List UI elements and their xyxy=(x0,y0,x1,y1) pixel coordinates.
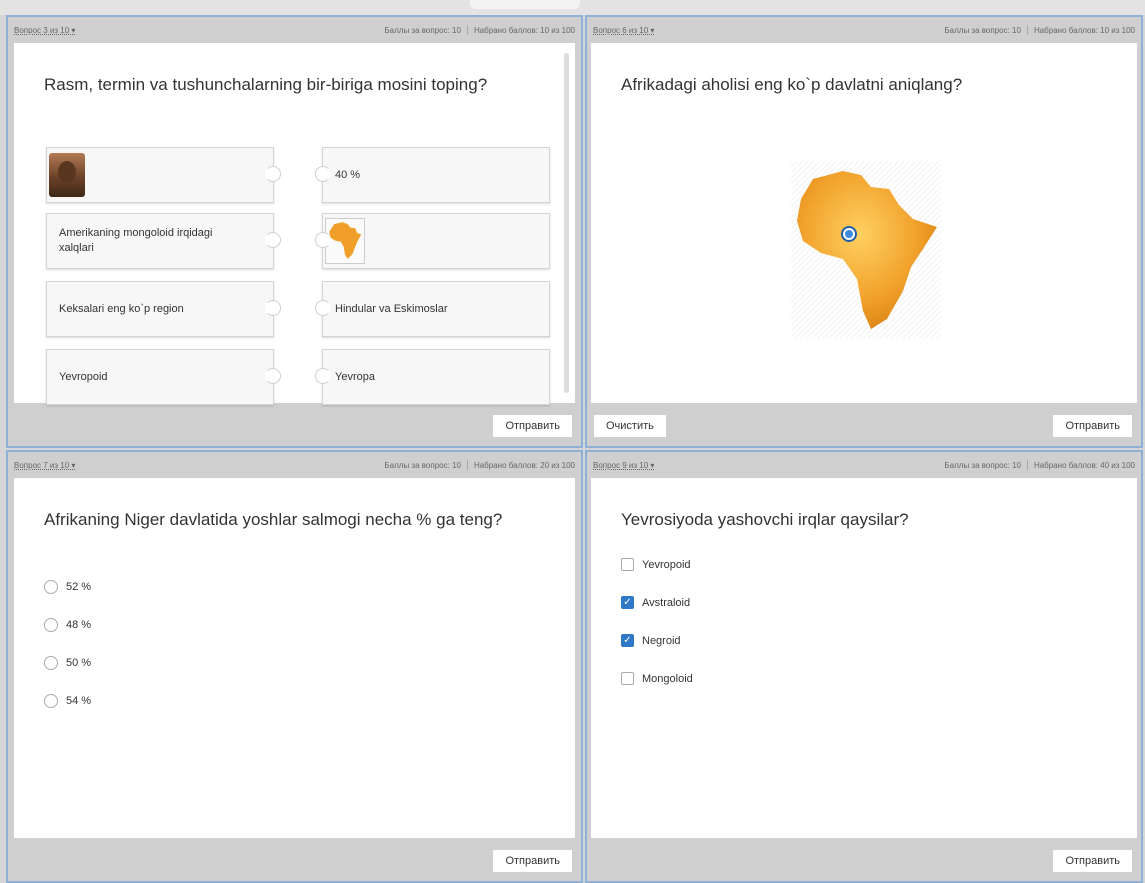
submit-button[interactable]: Отправить xyxy=(1052,414,1133,438)
match-right-tile-4[interactable]: Yevropa xyxy=(315,349,550,405)
match-left-tile-1[interactable] xyxy=(46,147,281,203)
score-info: Баллы за вопрос: 10 Набрано баллов: 40 и… xyxy=(944,460,1135,470)
points-scored: Набрано баллов: 20 из 100 xyxy=(473,460,575,470)
question-content: Yevrosiyoda yashovchi irqlar qaysilar? Y… xyxy=(591,478,1137,838)
radio-button[interactable] xyxy=(44,618,58,632)
tile-label: Hindular va Eskimoslar xyxy=(335,302,448,315)
checkbox-option-1[interactable]: Yevropoid xyxy=(621,558,691,571)
radio-option-2[interactable]: 48 % xyxy=(44,618,91,632)
checkbox-checked[interactable]: ✓ xyxy=(621,634,634,647)
scrollbar[interactable] xyxy=(564,53,569,393)
option-label: 52 % xyxy=(66,581,92,593)
match-right-tile-1[interactable]: 40 % xyxy=(315,147,550,203)
checkbox[interactable] xyxy=(621,558,634,571)
question-text: Afrikaning Niger davlatida yoshlar salmo… xyxy=(44,510,503,529)
radio-option-4[interactable]: 54 % xyxy=(44,694,91,708)
child-photo-image xyxy=(49,153,85,197)
puzzle-connector xyxy=(315,166,331,182)
question-content: Afrikadagi aholisi eng ko`p davlatni ani… xyxy=(591,43,1137,403)
divider xyxy=(466,460,468,470)
panel-header: Вопрос 7 из 10 ▾ Баллы за вопрос: 10 Наб… xyxy=(8,452,581,478)
question-number-dropdown[interactable]: Вопрос 6 из 10 ▾ xyxy=(593,26,654,35)
score-info: Баллы за вопрос: 10 Набрано баллов: 10 и… xyxy=(944,25,1135,35)
points-per-question: Баллы за вопрос: 10 xyxy=(384,460,461,470)
question-number-dropdown[interactable]: Вопрос 7 из 10 ▾ xyxy=(14,461,75,470)
submit-button[interactable]: Отправить xyxy=(492,414,573,438)
question-number-dropdown[interactable]: Вопрос 9 из 10 ▾ xyxy=(593,461,654,470)
checkbox[interactable] xyxy=(621,672,634,685)
checkbox-option-3[interactable]: ✓ Negroid xyxy=(621,634,681,647)
radio-option-3[interactable]: 50 % xyxy=(44,656,91,670)
match-right-tile-2[interactable] xyxy=(315,213,550,269)
option-label: Mongoloid xyxy=(642,672,693,685)
puzzle-connector xyxy=(315,368,331,384)
puzzle-connector xyxy=(315,300,331,316)
points-scored: Набрано баллов: 10 из 100 xyxy=(473,25,575,35)
points-per-question: Баллы за вопрос: 10 xyxy=(384,25,461,35)
clear-button[interactable]: Очистить xyxy=(593,414,667,438)
question-content: Afrikaning Niger davlatida yoshlar salmo… xyxy=(14,478,575,838)
checkbox-option-4[interactable]: Mongoloid xyxy=(621,672,693,685)
puzzle-connector xyxy=(265,300,281,316)
score-info: Баллы за вопрос: 10 Набрано баллов: 20 и… xyxy=(384,460,575,470)
points-per-question: Баллы за вопрос: 10 xyxy=(944,460,1021,470)
question-number-dropdown[interactable]: Вопрос 3 из 10 ▾ xyxy=(14,26,75,35)
match-left-tile-4[interactable]: Yevropoid xyxy=(46,349,281,405)
option-label: Yevropoid xyxy=(642,558,691,571)
tile-label: Amerikaning mongoloid irqidagi xalqlari xyxy=(59,227,213,254)
puzzle-connector xyxy=(265,368,281,384)
question-text: Yevrosiyoda yashovchi irqlar qaysilar? xyxy=(621,510,909,529)
divider xyxy=(1026,460,1028,470)
question-panel-multi-choice: Вопрос 9 из 10 ▾ Баллы за вопрос: 10 Наб… xyxy=(585,450,1143,883)
puzzle-connector xyxy=(315,232,331,248)
panel-header: Вопрос 6 из 10 ▾ Баллы за вопрос: 10 Наб… xyxy=(587,17,1141,43)
question-panel-map: Вопрос 6 из 10 ▾ Баллы за вопрос: 10 Наб… xyxy=(585,15,1143,448)
puzzle-connector xyxy=(265,166,281,182)
radio-button[interactable] xyxy=(44,694,58,708)
radio-option-1[interactable]: 52 % xyxy=(44,580,91,594)
option-label: 48 % xyxy=(66,619,92,631)
score-info: Баллы за вопрос: 10 Набрано баллов: 10 и… xyxy=(384,25,575,35)
tile-label: Keksalari eng ko`p region xyxy=(59,302,184,315)
points-scored: Набрано баллов: 40 из 100 xyxy=(1033,460,1135,470)
submit-button[interactable]: Отправить xyxy=(492,849,573,873)
radio-button[interactable] xyxy=(44,656,58,670)
tile-label: 40 % xyxy=(335,168,361,181)
option-label: Avstraloid xyxy=(642,596,691,609)
question-content: Rasm, termin va tushunchalarning bir-bir… xyxy=(14,43,575,405)
africa-map-thumbnail xyxy=(325,218,365,264)
question-panel-matching: Вопрос 3 из 10 ▾ Баллы за вопрос: 10 Наб… xyxy=(6,15,583,448)
tile-label: Yevropoid xyxy=(59,370,108,383)
question-panel-single-choice: Вопрос 7 из 10 ▾ Баллы за вопрос: 10 Наб… xyxy=(6,450,583,883)
africa-map-icon xyxy=(329,222,362,259)
match-right-tile-3[interactable]: Hindular va Eskimoslar xyxy=(315,281,550,337)
option-label: Negroid xyxy=(642,634,681,647)
puzzle-connector xyxy=(265,232,281,248)
top-strip xyxy=(0,0,1145,15)
radio-button[interactable] xyxy=(44,580,58,594)
africa-map-area[interactable] xyxy=(791,161,941,339)
top-notch xyxy=(470,0,580,9)
match-left-tile-3[interactable]: Keksalari eng ko`p region xyxy=(46,281,281,337)
option-label: 50 % xyxy=(66,657,92,669)
checkbox-option-2[interactable]: ✓ Avstraloid xyxy=(621,596,690,609)
panel-header: Вопрос 3 из 10 ▾ Баллы за вопрос: 10 Наб… xyxy=(8,17,581,43)
checkbox-checked[interactable]: ✓ xyxy=(621,596,634,609)
submit-button[interactable]: Отправить xyxy=(1052,849,1133,873)
panel-header: Вопрос 9 из 10 ▾ Баллы за вопрос: 10 Наб… xyxy=(587,452,1141,478)
africa-map-image[interactable] xyxy=(791,161,941,339)
question-text: Rasm, termin va tushunchalarning bir-bir… xyxy=(44,75,488,94)
points-per-question: Баллы за вопрос: 10 xyxy=(944,25,1021,35)
question-text: Afrikadagi aholisi eng ko`p davlatni ani… xyxy=(621,75,963,94)
divider xyxy=(466,25,468,35)
points-scored: Набрано баллов: 10 из 100 xyxy=(1033,25,1135,35)
divider xyxy=(1026,25,1028,35)
match-left-tile-2[interactable]: Amerikaning mongoloid irqidagi xalqlari xyxy=(46,213,281,269)
option-label: 54 % xyxy=(66,695,92,707)
tile-label: Yevropa xyxy=(335,370,375,383)
